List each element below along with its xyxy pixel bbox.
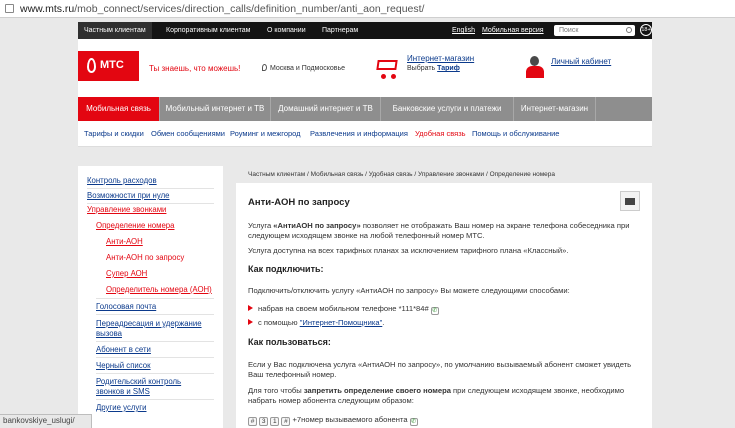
main-content: Анти-АОН по запросу Услуга «АнтиАОН по з… [236, 183, 652, 428]
subnav-roaming[interactable]: Роуминг и межгород [230, 129, 301, 138]
availability-note: Услуга доступна на всех тарифных планах … [248, 246, 569, 255]
sidebar-item-super-aon[interactable]: Супер АОН [106, 269, 147, 279]
sidebar-item-forwarding[interactable]: Переадресация и удержание [96, 319, 202, 329]
location-pin-icon [262, 64, 267, 71]
tab-mobile-internet-tv[interactable]: Мобильный интернет и ТВ [160, 97, 271, 121]
how-to-connect-heading: Как подключить: [248, 264, 324, 274]
slogan: Ты знаешь, что можешь! [149, 64, 241, 73]
search-placeholder: Поиск [559, 27, 579, 34]
page-title: Анти-АОН по запросу [248, 197, 350, 208]
tariff-link[interactable]: Тариф [437, 65, 460, 72]
sidebar-item-zero-balance[interactable]: Возможности при нуле [87, 191, 169, 201]
sub-navigation: Тарифы и скидки Обмен сообщениями Роумин… [78, 121, 652, 147]
sidebar: Контроль расходов Возможности при нуле У… [78, 166, 223, 428]
age-rating-badge: 18+ [640, 24, 652, 36]
usage-default: Если у Вас подключена услуга «АнтиАОН по… [248, 360, 632, 379]
region-selector[interactable]: Москва и Подмосковье [262, 64, 345, 72]
sidebar-item-other-services[interactable]: Другие услуги [96, 403, 147, 413]
key-1: 1 [270, 417, 280, 426]
site-header: МТС Ты знаешь, что можешь! Москва и Подм… [78, 39, 652, 97]
sidebar-item-parental-control-cont[interactable]: звонков и SMS [96, 387, 150, 397]
usage-instructions: Для того чтобы запретить определение сво… [248, 386, 625, 405]
subnav-tariffs[interactable]: Тарифы и скидки [84, 129, 144, 138]
topnav-corporate-clients[interactable]: Корпоративным клиентам [160, 22, 256, 39]
internet-assistant-link[interactable]: "Интернет-Помощника" [300, 318, 383, 327]
call-icon: ✆ [409, 418, 418, 426]
logo-text: МТС [100, 59, 124, 71]
tab-banking[interactable]: Банковские услуги и платежи [381, 97, 514, 121]
breadcrumb[interactable]: Частным клиентам / Мобильная связь / Удо… [248, 171, 555, 178]
top-navigation: Частным клиентам Корпоративным клиентам … [78, 22, 652, 39]
arrow-bullet-icon [248, 305, 253, 311]
sidebar-item-caller-id[interactable]: Определитель номера (АОН) [106, 285, 212, 295]
sidebar-item-parental-control[interactable]: Родительский контроль [96, 377, 181, 387]
key-3: 3 [259, 417, 269, 426]
main-navigation: Мобильная связь Мобильный интернет и ТВ … [78, 97, 652, 121]
sidebar-item-subscriber-online[interactable]: Абонент в сети [96, 345, 151, 355]
dial-sequence: # 3 1 # +7номер вызываемого абонента ✆ [248, 415, 418, 426]
sidebar-item-anti-aon-on-request[interactable]: Анти-АОН по запросу [106, 253, 184, 263]
connect-method-assistant: с помощью "Интернет-Помощника". [248, 318, 384, 327]
search-icon[interactable] [626, 27, 632, 33]
sidebar-item-number-identification[interactable]: Определение номера [96, 221, 174, 231]
sidebar-item-forwarding-cont[interactable]: вызова [96, 329, 122, 339]
topnav-about[interactable]: О компании [261, 22, 312, 39]
online-shop-link[interactable]: Интернет-магазин [407, 54, 474, 63]
sidebar-item-call-management[interactable]: Управление звонками [87, 205, 166, 215]
tab-mobile-connection[interactable]: Мобильная связь [78, 97, 160, 121]
subnav-entertainment[interactable]: Развлечения и информация [310, 129, 408, 138]
key-hash: # [248, 417, 257, 426]
shopping-cart-icon[interactable] [375, 56, 403, 80]
subnav-messaging[interactable]: Обмен сообщениями [151, 129, 225, 138]
egg-logo-icon [87, 58, 96, 73]
call-icon: ✆ [430, 307, 439, 315]
page-icon [5, 4, 14, 13]
choose-tariff: Выбрать Тариф [407, 65, 460, 72]
sidebar-item-expense-control[interactable]: Контроль расходов [87, 176, 157, 186]
mts-logo[interactable]: МТС [78, 51, 139, 81]
tab-home-internet-tv[interactable]: Домашний интернет и ТВ [271, 97, 381, 121]
mobile-version-link[interactable]: Мобильная версия [482, 22, 544, 39]
sidebar-item-blacklist[interactable]: Черный список [96, 361, 151, 371]
connect-method-ussd: набрав на своем мобильном телефоне *111*… [248, 304, 439, 315]
user-icon[interactable] [524, 56, 546, 78]
subnav-help[interactable]: Помощь и обслуживание [472, 129, 559, 138]
connect-intro: Подключить/отключить услугу «АнтиАОН по … [248, 286, 570, 295]
browser-url-bar[interactable]: www.mts.ru/mob_connect/services/directio… [0, 0, 735, 18]
sidebar-item-anti-aon[interactable]: Анти-АОН [106, 237, 143, 247]
arrow-bullet-icon [248, 319, 253, 325]
region-label: Москва и Подмосковье [270, 65, 346, 72]
print-icon[interactable] [620, 191, 640, 211]
topnav-partners[interactable]: Партнерам [316, 22, 364, 39]
subnav-convenient-connection[interactable]: Удобная связь [415, 129, 466, 138]
sidebar-item-voicemail[interactable]: Голосовая почта [96, 302, 156, 312]
personal-account-link[interactable]: Личный кабинет [551, 57, 611, 66]
dial-suffix: +7номер вызываемого абонента [292, 415, 408, 424]
topnav-private-clients[interactable]: Частным клиентам [78, 22, 152, 39]
browser-status-bar: bankovskiye_uslugi/ [0, 414, 92, 428]
service-description: Услуга «АнтиАОН по запросу» позволяет не… [248, 221, 630, 240]
how-to-use-heading: Как пользоваться: [248, 337, 331, 347]
tab-online-shop[interactable]: Интернет-магазин [514, 97, 596, 121]
url-text[interactable]: www.mts.ru/mob_connect/services/directio… [20, 3, 424, 15]
key-hash-2: # [281, 417, 291, 426]
search-input[interactable]: Поиск [554, 25, 635, 36]
english-link[interactable]: English [452, 22, 475, 39]
